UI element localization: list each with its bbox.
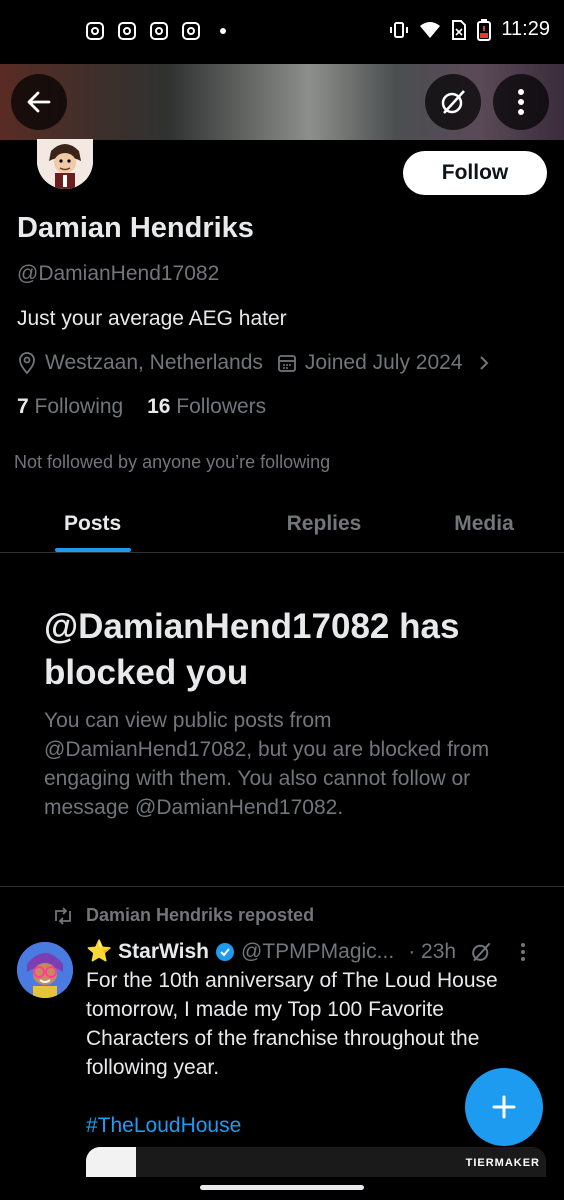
cartoon-avatar-image — [17, 942, 73, 998]
profile-tabs: Posts Replies Media — [0, 496, 564, 553]
follow-button[interactable]: Follow — [403, 151, 547, 195]
profile-bio: Just your average AEG hater — [17, 307, 287, 330]
tweet-author-avatar[interactable] — [17, 942, 73, 998]
battery-icon — [477, 18, 492, 41]
profile-avatar[interactable] — [37, 139, 93, 189]
more-vertical-icon — [518, 89, 524, 115]
profile-handle: @DamianHend17082 — [17, 262, 220, 285]
tab-replies[interactable]: Replies — [244, 496, 404, 552]
chevron-right-icon[interactable] — [477, 354, 491, 372]
following-count: 7 — [17, 395, 29, 418]
more-vertical-icon[interactable] — [520, 943, 526, 961]
tweet-author-name[interactable]: StarWish — [118, 940, 209, 964]
follow-counts: 7 Following 16 Followers — [17, 395, 266, 419]
repost-label: Damian Hendriks reposted — [86, 905, 315, 925]
sim-icon — [452, 19, 467, 40]
more-options-button[interactable] — [493, 74, 549, 130]
repost-indicator: Damian Hendriks reposted — [52, 905, 314, 926]
verified-badge-icon — [216, 943, 234, 961]
followers-count: 16 — [147, 395, 171, 418]
profile-meta: Westzaan, Netherlands Joined July 2024 — [17, 351, 491, 375]
instagram-icon — [182, 22, 200, 40]
following-link[interactable]: 7 Following — [17, 395, 123, 418]
status-bar: 11:29 — [0, 0, 564, 64]
tweet-time: · 23h — [408, 940, 457, 963]
tweet-media-card[interactable]: TIERMAKER — [86, 1147, 546, 1177]
grok-button[interactable] — [425, 74, 481, 130]
divider — [0, 886, 564, 887]
tiermaker-logo: TIERMAKER — [465, 1157, 540, 1169]
arrow-left-icon — [27, 91, 51, 113]
notification-dot-icon — [220, 28, 226, 34]
status-time: 11:29 — [501, 18, 550, 40]
status-right: 11:29 — [389, 18, 550, 41]
tweet-text: For the 10th anniversary of The Loud Hou… — [86, 969, 498, 1079]
tab-posts[interactable]: Posts — [0, 496, 244, 552]
plus-icon — [492, 1095, 516, 1119]
repost-icon — [55, 906, 71, 925]
calendar-icon — [278, 355, 296, 372]
location-icon — [19, 352, 35, 374]
not-followed-note: Not followed by anyone you’re following — [14, 452, 331, 472]
grok-icon[interactable] — [470, 941, 492, 963]
profile-name: Damian Hendriks — [17, 212, 254, 244]
instagram-icon — [118, 22, 136, 40]
vibrate-icon — [390, 21, 409, 38]
tweet-author-handle[interactable]: @TPMPMagic... — [241, 940, 394, 964]
followers-label: Followers — [176, 395, 267, 418]
back-button[interactable] — [11, 74, 67, 130]
star-emoji-icon: ⭐ — [86, 940, 113, 963]
status-left — [86, 22, 226, 40]
grok-icon — [441, 90, 465, 114]
home-indicator[interactable] — [200, 1185, 364, 1190]
tweet-header: ⭐ StarWish @TPMPMagic... · 23h — [86, 940, 526, 964]
blocked-title: @DamianHend17082 has blocked you — [44, 607, 460, 692]
compose-button[interactable] — [465, 1068, 543, 1146]
wifi-icon — [420, 21, 441, 38]
blocked-description: You can view public posts from @DamianHe… — [44, 709, 490, 819]
cartoon-avatar-image — [37, 139, 93, 189]
followers-link[interactable]: 16 Followers — [147, 395, 266, 418]
instagram-icon — [86, 22, 104, 40]
card-image — [86, 1147, 136, 1177]
tab-media[interactable]: Media — [404, 496, 564, 552]
instagram-icon — [150, 22, 168, 40]
following-label: Following — [34, 395, 124, 418]
profile-location: Westzaan, Netherlands — [45, 351, 263, 374]
profile-joined: Joined July 2024 — [304, 351, 463, 374]
